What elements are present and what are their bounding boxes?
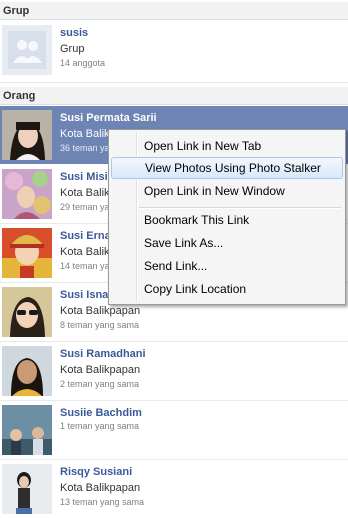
profile-photo-icon	[2, 287, 52, 337]
menu-item-save-link-as[interactable]: Save Link As...	[111, 232, 343, 254]
link-context-menu: Open Link in New Tab View Photos Using P…	[108, 129, 346, 305]
section-header-groups: Grup	[0, 2, 348, 20]
menu-item-open-new-tab[interactable]: Open Link in New Tab	[111, 135, 343, 157]
person-photo[interactable]	[2, 228, 52, 278]
person-name-link[interactable]: Susi Erna	[60, 230, 111, 242]
group-member-count: 14 anggota	[60, 58, 106, 68]
person-photo[interactable]	[2, 169, 52, 219]
person-name-link[interactable]: Risqy Susiani	[60, 466, 132, 478]
section-header-people: Orang	[0, 87, 348, 105]
person-photo[interactable]	[2, 464, 52, 514]
menu-item-bookmark-link[interactable]: Bookmark This Link	[111, 209, 343, 231]
profile-photo-icon	[2, 169, 52, 219]
profile-photo-icon	[2, 110, 52, 160]
profile-photo-icon	[2, 464, 52, 514]
person-mutual-friends: 2 teman yang sama	[60, 379, 140, 389]
person-location: Kota Balikpapan	[60, 364, 141, 376]
person-location: Kota Balikpapan	[60, 482, 141, 494]
person-result-row[interactable]: Risqy Susiani Kota Balikpapan 13 teman y…	[0, 460, 348, 518]
person-mutual-friends: 13 teman yang sama	[60, 497, 145, 507]
person-photo[interactable]	[2, 405, 52, 455]
menu-item-view-photos[interactable]: View Photos Using Photo Stalker	[111, 157, 343, 179]
group-thumbnail[interactable]	[2, 25, 52, 75]
person-name-link[interactable]: Susi Isna	[60, 289, 108, 301]
menu-item-copy-link-location[interactable]: Copy Link Location	[111, 278, 343, 300]
menu-item-open-new-window[interactable]: Open Link in New Window	[111, 180, 343, 202]
person-result-row[interactable]: Susi Ramadhani Kota Balikpapan 2 teman y…	[0, 342, 348, 400]
person-result-row[interactable]: Susiie Bachdim 1 teman yang sama	[0, 401, 348, 459]
person-name-link[interactable]: Susi Misi	[60, 171, 108, 183]
person-mutual-friends: 8 teman yang sama	[60, 320, 140, 330]
person-photo[interactable]	[2, 346, 52, 396]
group-type: Grup	[60, 43, 85, 55]
group-name-link[interactable]: susis	[60, 27, 88, 39]
person-name-link[interactable]: Susiie Bachdim	[60, 407, 142, 419]
person-name-link[interactable]: Susi Ramadhani	[60, 348, 146, 360]
person-name-link[interactable]: Susi Permata Sarii	[60, 112, 157, 124]
divider	[0, 82, 348, 83]
person-mutual-friends: 1 teman yang sama	[60, 421, 140, 431]
person-location: Kota Balikpapan	[60, 305, 141, 317]
people-header-label: Orang	[3, 90, 36, 102]
group-result-row[interactable]: susis Grup 14 anggota	[0, 21, 348, 79]
group-placeholder-icon	[2, 25, 52, 75]
profile-photo-icon	[2, 346, 52, 396]
profile-photo-icon	[2, 228, 52, 278]
person-photo[interactable]	[2, 110, 52, 160]
person-photo[interactable]	[2, 287, 52, 337]
profile-photo-icon	[2, 405, 52, 455]
menu-item-send-link[interactable]: Send Link...	[111, 255, 343, 277]
groups-header-label: Grup	[3, 5, 30, 17]
